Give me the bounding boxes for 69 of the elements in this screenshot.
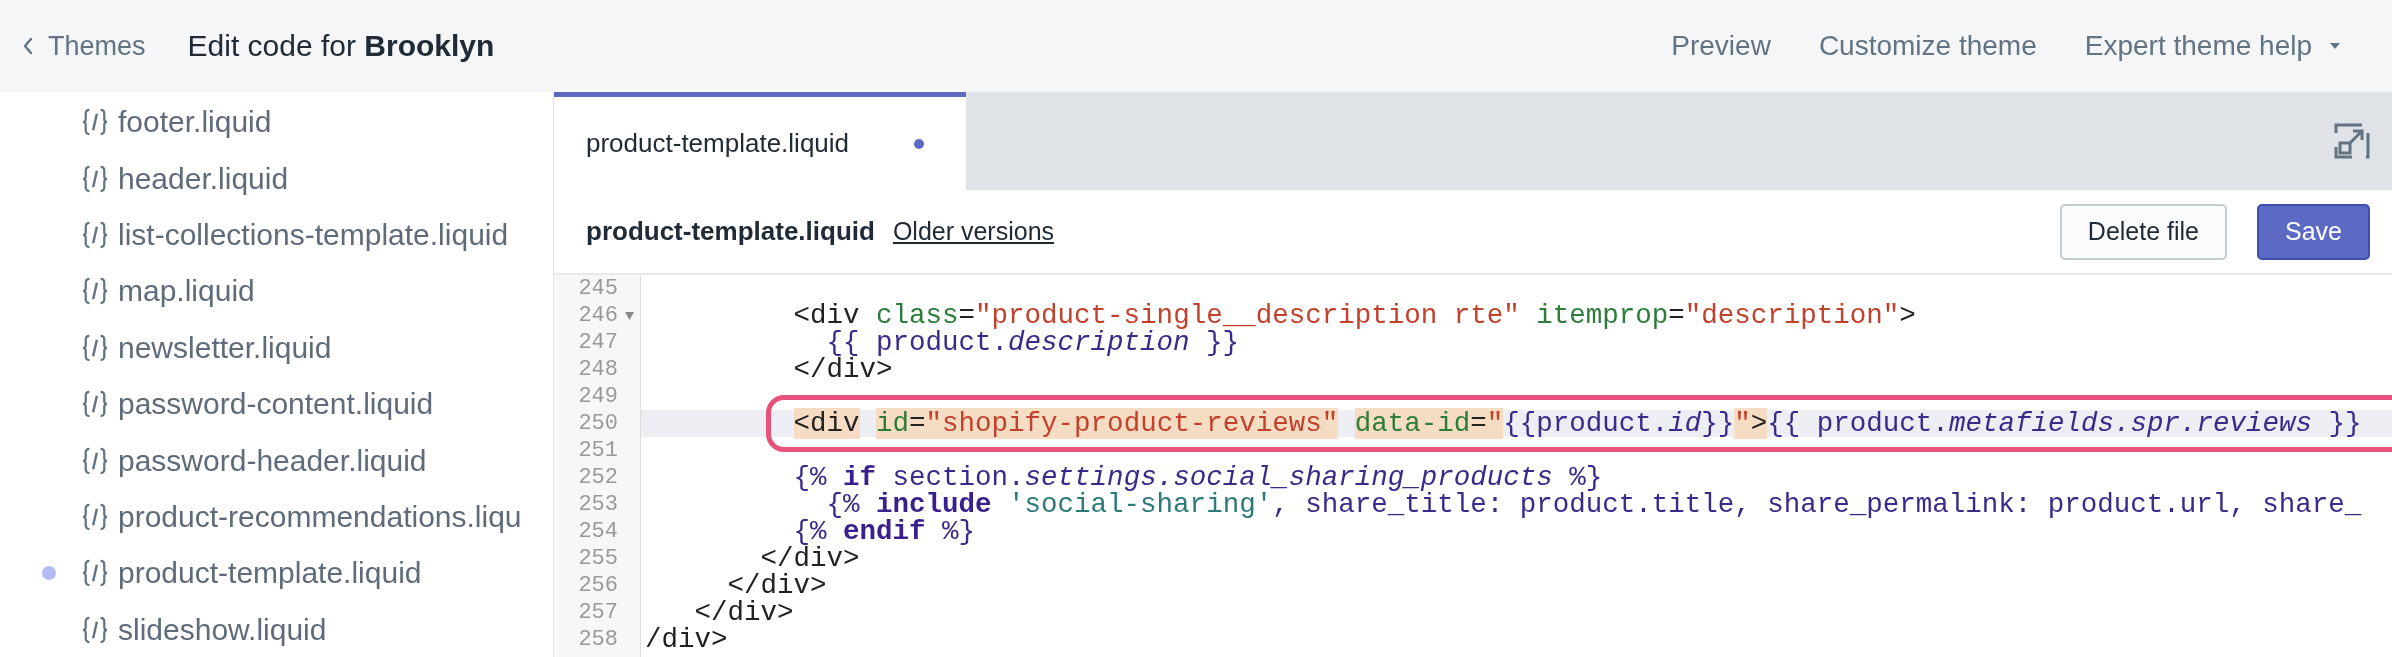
code-file-icon (82, 163, 108, 194)
file-tab[interactable]: product-template.liquid (554, 92, 966, 190)
file-item[interactable]: newsletter.liquid (0, 319, 553, 376)
delete-button[interactable]: Delete file (2059, 203, 2227, 260)
line-number: 248 (578, 356, 618, 383)
code-line: </div> (727, 572, 827, 599)
code-line: {{ product.description }} (826, 329, 1240, 356)
file-item[interactable]: product-template.liquid (0, 545, 553, 602)
code-file-icon (82, 445, 108, 476)
file-name: password-content.liquid (118, 387, 434, 422)
file-name: header.liquid (118, 161, 289, 196)
code-file-icon (82, 107, 108, 138)
code-file-icon (82, 558, 108, 589)
file-item[interactable]: slideshow.liquid (0, 601, 553, 657)
top-link[interactable]: Customize theme (1818, 30, 2037, 62)
file-name: slideshow.liquid (118, 612, 327, 647)
page-title: Edit code for Brooklyn (187, 29, 495, 63)
code-line: {% if section.settings.social_sharing_products %} (792, 464, 1603, 491)
code-line: {% include 'social-sharing', share_title: product.title, share_permalink: product.url, share_ (826, 491, 2362, 518)
expand-icon[interactable] (2334, 123, 2370, 159)
file-item[interactable]: product-recommendations.liqu (0, 488, 553, 546)
line-number: 249 (578, 383, 618, 410)
line-number: 256 (578, 572, 618, 599)
file-name: map.liquid (118, 274, 255, 309)
code-file-icon (82, 332, 108, 363)
fold-icon[interactable] (624, 311, 634, 320)
file-name: footer.liquid (118, 105, 272, 140)
chevron-left-icon (22, 37, 34, 55)
file-name: password-header.liquid (118, 443, 427, 478)
file-name: product-template.liquid (118, 556, 422, 591)
line-number: 247 (578, 329, 618, 356)
code-line: </div> (694, 599, 794, 626)
code-line: </div> (760, 545, 860, 572)
file-name: product-template.liquid (586, 216, 875, 247)
line-number: 255 (578, 545, 618, 572)
file-item[interactable]: header.liquid (0, 150, 553, 207)
code-line: <div id="shopify-product-reviews" data-id="{{product.id}}">{{ product.metafields.spr.reviews }} (792, 410, 2362, 437)
line-number: 250 (578, 410, 618, 437)
older-versions-link[interactable]: Older versions (892, 217, 1055, 246)
code-file-icon (82, 389, 108, 420)
file-item[interactable]: footer.liquid (0, 94, 553, 151)
file-item[interactable]: password-header.liquid (0, 432, 553, 489)
help-dropdown[interactable]: Expert theme help (2084, 30, 2342, 62)
line-number: 257 (578, 599, 618, 626)
file-name: product-recommendations.liqu (118, 499, 522, 534)
line-number: 245 (578, 275, 618, 302)
back-link[interactable]: Themes (22, 30, 146, 62)
code-file-icon (82, 501, 108, 532)
line-number: 258 (578, 626, 618, 653)
code-file-icon (82, 276, 108, 307)
file-item[interactable]: map.liquid (0, 263, 553, 320)
file-name: newsletter.liquid (118, 330, 332, 365)
line-number: 254 (578, 518, 618, 545)
line-number: 251 (578, 437, 618, 464)
code-line: /div> (644, 626, 728, 653)
file-item[interactable]: password-content.liquid (0, 375, 553, 433)
save-button[interactable]: Save (2257, 203, 2370, 260)
line-number: 253 (578, 491, 618, 518)
code-file-icon (82, 219, 108, 250)
file-name: list-collections-template.liquid (118, 217, 509, 252)
code-file-icon (82, 614, 108, 645)
code-line: {% endif %} (793, 518, 976, 545)
line-number: 246 (578, 302, 618, 329)
top-link[interactable]: Preview (1671, 30, 1771, 62)
file-item[interactable]: list-collections-template.liquid (0, 206, 553, 264)
code-line: <div class="product-single__description rte" itemprop="description"> (792, 302, 1916, 329)
line-number: 252 (578, 464, 618, 491)
caret-icon (2330, 42, 2342, 50)
code-line: </div> (792, 356, 893, 383)
